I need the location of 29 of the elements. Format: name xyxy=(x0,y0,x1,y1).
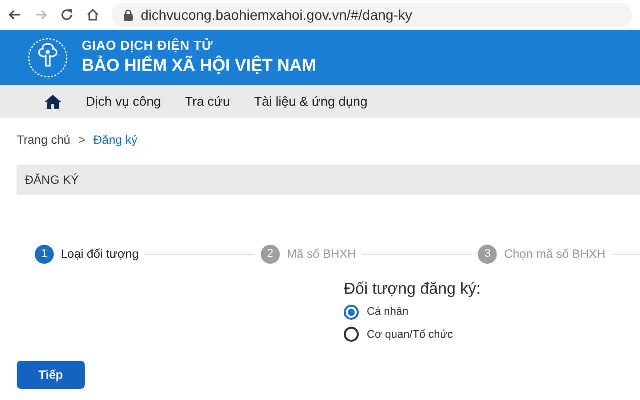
step-number: 2 xyxy=(260,244,280,264)
address-bar[interactable]: dichvucong.baohiemxahoi.gov.vn/#/dang-ky xyxy=(112,3,632,27)
next-button[interactable]: Tiếp xyxy=(17,361,85,389)
form-label: Đối tượng đăng ký: xyxy=(344,280,482,300)
breadcrumb-separator: > xyxy=(78,132,86,149)
step-label: Chọn mã số BHXH xyxy=(504,246,606,263)
logo-icon[interactable] xyxy=(26,36,70,80)
url-text: dichvucong.baohiemxahoi.gov.vn/#/dang-ky xyxy=(141,6,412,25)
section-title: ĐĂNG KÝ xyxy=(25,172,80,189)
nav-link[interactable]: Tra cứu xyxy=(185,92,230,112)
radio-label: Cơ quan/Tổ chức xyxy=(367,328,454,342)
radio-label: Cá nhân xyxy=(367,305,409,320)
nav-link[interactable]: Tài liệu & ứng dụng xyxy=(254,92,368,112)
home-icon[interactable] xyxy=(86,8,100,22)
step-label: Mã số BHXH xyxy=(286,246,356,263)
breadcrumb-link[interactable]: Đăng ký xyxy=(94,131,138,149)
lock-icon xyxy=(124,10,133,20)
radio-button[interactable] xyxy=(344,304,359,320)
step-label: Loại đối tượng xyxy=(61,246,139,263)
back-icon[interactable] xyxy=(8,8,22,22)
nav-link[interactable]: Dịch vụ công xyxy=(86,92,162,112)
reload-icon[interactable] xyxy=(60,8,74,22)
step-number: 3 xyxy=(478,244,498,264)
header-subtitle: GIAO DỊCH ĐIỆN TỬ xyxy=(82,38,214,54)
breadcrumb-link[interactable]: Trang chủ xyxy=(17,131,71,149)
home-icon[interactable] xyxy=(44,94,62,110)
radio-button[interactable] xyxy=(344,327,359,342)
step-number: 1 xyxy=(35,244,54,264)
header-title: BẢO HIỂM XÃ HỘI VIỆT NAM xyxy=(82,54,316,76)
